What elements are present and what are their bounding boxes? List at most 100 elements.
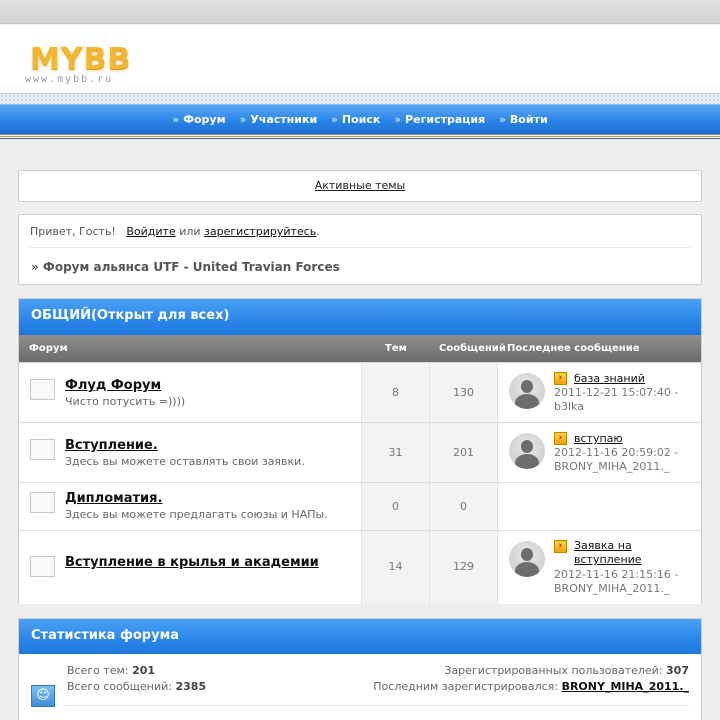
stats-title: Статистика форума xyxy=(19,619,701,654)
register-link[interactable]: зарегистрируйтесь xyxy=(204,225,316,238)
main-nav: » Форум » Участники » Поиск » Регистрация » В… xyxy=(0,104,720,134)
stat-last-reg-label: Последним зарегистрировался: xyxy=(373,680,559,693)
col-forum: Форум xyxy=(29,343,68,354)
posts-count: 130 xyxy=(453,386,474,399)
forum-cell: Флуд Форум Чисто потусить =)))) xyxy=(19,363,361,422)
col-posts: Сообщений xyxy=(439,343,506,354)
active-topics-link[interactable]: Активные темы xyxy=(315,179,406,192)
users-icon: ☺ xyxy=(31,685,55,707)
go-to-post-icon[interactable]: › xyxy=(554,372,567,385)
stat-posts-label: Всего сообщений: xyxy=(67,680,172,693)
topics-cell: 8 xyxy=(361,363,429,422)
period: . xyxy=(316,225,320,238)
last-post-meta: 2012-11-16 20:59:02 - BRONY_MIHA_2011._ xyxy=(554,446,678,474)
site-logo[interactable]: MYBB xyxy=(30,42,131,77)
welcome-line: Привет, Гость! Войдите или зарегистрируй… xyxy=(30,225,320,238)
forum-cell: Вступление. Здесь вы можете оставлять св… xyxy=(19,423,361,482)
nav-stripes xyxy=(0,134,720,140)
last-post-date: 2012-11-16 20:59:02 - xyxy=(554,446,679,459)
welcome-box: Привет, Гость! Войдите или зарегистрируй… xyxy=(18,214,702,285)
active-topics-box: Активные темы xyxy=(18,170,702,202)
stat-topics-label: Всего тем: xyxy=(67,664,129,677)
posts-count: 129 xyxy=(453,560,474,573)
nav-marker-icon: » xyxy=(331,113,338,126)
forum-status-icon xyxy=(30,556,55,577)
forum-row: Флуд Форум Чисто потусить =)))) 8 130 › … xyxy=(19,362,701,422)
avatar xyxy=(509,541,545,577)
topics-cell: 31 xyxy=(361,423,429,482)
last-post-date: 2011-12-21 15:07:40 - xyxy=(554,386,679,399)
topics-cell: 14 xyxy=(361,531,429,604)
last-post-cell: › вступаю 2012-11-16 20:59:02 - BRONY_MI… xyxy=(497,423,701,482)
posts-count: 201 xyxy=(453,446,474,459)
topics-count: 31 xyxy=(388,446,403,459)
forum-name[interactable]: Вступление в крылья и академии xyxy=(65,555,319,570)
last-post-meta: 2012-11-16 21:15:16 - BRONY_MIHA_2011._ xyxy=(554,568,678,596)
go-to-post-icon[interactable]: › xyxy=(554,540,567,553)
col-last: Последнее сообщение xyxy=(507,343,640,354)
last-post-date: 2012-11-16 21:15:16 - xyxy=(554,568,679,581)
forum-desc: Здесь вы можете предлагать союзы и НАПы. xyxy=(65,508,328,521)
posts-cell: 0 xyxy=(429,483,497,530)
nav-forum[interactable]: » Форум xyxy=(172,113,225,126)
forum-row: Вступление. Здесь вы можете оставлять св… xyxy=(19,422,701,482)
nav-marker-icon: » xyxy=(499,113,506,126)
last-post-link[interactable]: база знаний xyxy=(574,372,645,385)
topics-count: 8 xyxy=(392,386,399,399)
site-url: www.mybb.ru xyxy=(25,74,114,85)
nav-users[interactable]: » Участники xyxy=(240,113,318,126)
posts-count: 0 xyxy=(460,500,467,513)
forum-cell: Дипломатия. Здесь вы можете предлагать с… xyxy=(19,483,361,530)
stat-topics-value: 201 xyxy=(132,664,156,677)
top-bar xyxy=(0,0,720,24)
nav-login[interactable]: » Войти xyxy=(499,113,547,126)
last-post-meta: 2011-12-21 15:07:40 - b3lka xyxy=(554,386,678,414)
breadcrumb[interactable]: » Форум альянса UTF - United Travian For… xyxy=(31,260,340,274)
nav-register-label: Регистрация xyxy=(405,113,486,126)
forum-name[interactable]: Вступление. xyxy=(65,438,158,453)
nav-search[interactable]: » Поиск xyxy=(331,113,380,126)
nav-marker-icon: » xyxy=(394,113,402,126)
topics-count: 0 xyxy=(392,500,399,513)
stat-posts: Всего сообщений: 2385 xyxy=(67,680,206,693)
last-post-link[interactable]: Заявка на вступление xyxy=(574,539,684,567)
nav-search-label: Поиск xyxy=(341,113,381,126)
nav-login-label: Войти xyxy=(509,113,548,126)
last-post-user: BRONY_MIHA_2011._ xyxy=(554,460,670,473)
forum-name[interactable]: Флуд Форум xyxy=(65,378,161,393)
last-registered-user-link[interactable]: BRONY_MIHA_2011._ xyxy=(562,680,689,693)
posts-cell: 129 xyxy=(429,531,497,604)
col-topics: Тем xyxy=(385,343,407,354)
nav-forum-label: Форум xyxy=(183,113,226,126)
forum-desc: Чисто потусить =)))) xyxy=(65,395,186,408)
stat-users-label: Зарегистрированных пользователей: xyxy=(444,664,663,677)
last-post-cell: › база знаний 2011-12-21 15:07:40 - b3lk… xyxy=(497,363,701,422)
stats-divider xyxy=(63,705,689,706)
forum-name[interactable]: Дипломатия. xyxy=(65,491,162,506)
nav-marker-icon: » xyxy=(172,113,180,126)
forum-status-icon xyxy=(30,439,55,460)
or-text: или xyxy=(179,225,201,238)
welcome-divider xyxy=(30,247,690,248)
last-post-link[interactable]: вступаю xyxy=(574,432,623,445)
forum-desc: Здесь вы можете оставлять свои заявки. xyxy=(65,455,305,468)
category-title[interactable]: ОБЩИЙ(Открыт для всех) xyxy=(19,299,701,335)
last-post-user: BRONY_MIHA_2011._ xyxy=(554,582,670,595)
posts-cell: 201 xyxy=(429,423,497,482)
stat-last-reg: Последним зарегистрировался: BRONY_MIHA_… xyxy=(373,680,689,693)
column-header: Форум Тем Сообщений Последнее сообщение xyxy=(19,335,701,362)
forum-category: ОБЩИЙ(Открыт для всех) Форум Тем Сообщен… xyxy=(18,298,702,604)
posts-cell: 130 xyxy=(429,363,497,422)
stat-users: Зарегистрированных пользователей: 307 xyxy=(444,664,689,677)
login-link[interactable]: Войдите xyxy=(126,225,175,238)
nav-register[interactable]: » Регистрация xyxy=(394,113,485,126)
avatar xyxy=(509,433,545,469)
last-post-cell xyxy=(497,483,701,530)
nav-users-label: Участники xyxy=(250,113,318,126)
nav-marker-icon: » xyxy=(239,113,247,126)
last-post-user: b3lka xyxy=(554,400,584,413)
stat-topics: Всего тем: 201 xyxy=(67,664,155,677)
forum-row: Вступление в крылья и академии 14 129 › … xyxy=(19,530,701,604)
topics-cell: 0 xyxy=(361,483,429,530)
go-to-post-icon[interactable]: › xyxy=(554,432,567,445)
